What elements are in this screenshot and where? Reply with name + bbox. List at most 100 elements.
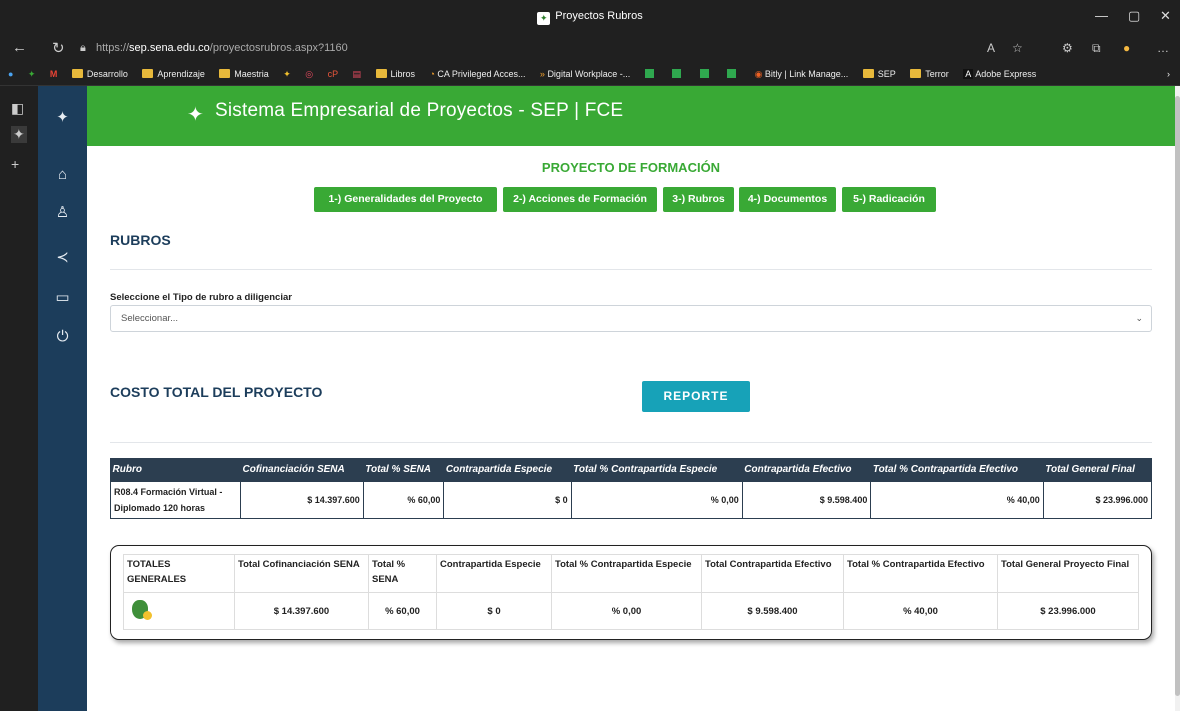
column-header: Cofinanciación SENA	[240, 458, 364, 481]
bookmark-icon-c[interactable]: cP	[328, 62, 339, 85]
totales-table: TOTALES GENERALES Total Cofinanciación S…	[123, 554, 1139, 630]
table-cell: % 40,00	[870, 480, 1044, 519]
sena-favicon-icon: ✦	[537, 12, 551, 25]
table-cell: % 60,00	[368, 592, 437, 630]
table-cell: % 40,00	[843, 592, 998, 630]
table-header-row: Rubro Cofinanciación SENA Total % SENA C…	[110, 458, 1152, 481]
bookmark-icon-b[interactable]: ◎	[305, 62, 313, 85]
folder-icon	[375, 69, 387, 78]
back-icon[interactable]: ←	[12, 39, 27, 56]
table-cell: $ 14.397.600	[234, 592, 369, 630]
money-bag-cell	[123, 592, 235, 630]
column-header: Total % SENA	[363, 458, 444, 481]
column-header: Rubro	[110, 458, 241, 481]
column-header: Total General Proyecto Final	[997, 554, 1139, 593]
table-cell: % 60,00	[362, 480, 445, 519]
bookmark-desarrollo[interactable]: Desarrollo	[71, 62, 128, 85]
chevron-down-icon: ⌄	[1135, 313, 1143, 323]
rubro-name-cell: R08.4 Formación Virtual - Diplomado 120 …	[110, 480, 241, 519]
extensions-icon[interactable]: ⚙	[1062, 41, 1073, 55]
bookmark-bitly[interactable]: ◉ Bitly | Link Manage...	[754, 62, 849, 85]
bookmark-terror[interactable]: Terror	[910, 62, 949, 85]
table-cell: $ 9.598.400	[741, 480, 872, 519]
column-header: Total Cofinanciación SENA	[234, 554, 369, 593]
column-header: Total % Contrapartida Especie	[551, 554, 702, 593]
read-aloud-icon[interactable]: A	[987, 41, 995, 55]
bookmark-libros[interactable]: Libros	[375, 62, 415, 85]
column-header: Total % SENA	[368, 554, 437, 593]
bookmark-green-4[interactable]	[727, 62, 740, 85]
home-icon[interactable]: ⌂	[38, 166, 87, 183]
tab-generalidades[interactable]: 1-) Generalidades del Proyecto	[314, 187, 497, 212]
refresh-icon[interactable]: ↻	[52, 39, 65, 57]
window-title: ✦ Proyectos Rubros	[0, 10, 1180, 25]
tab-acciones-formacion[interactable]: 2-) Acciones de Formación	[503, 187, 657, 212]
table-cell: $ 23.996.000	[997, 592, 1139, 630]
close-window-icon[interactable]: ✕	[1160, 8, 1171, 24]
sena-bookmark-icon[interactable]: ✦	[28, 62, 36, 85]
column-header: Total % Contrapartida Efectivo	[843, 554, 998, 593]
tab-radicacion[interactable]: 5-) Radicación	[842, 187, 936, 212]
table-cell: $ 0	[443, 480, 572, 519]
power-icon[interactable]: ⏻	[38, 328, 87, 345]
bookmarks-bar: ● ✦ M Desarrollo Aprendizaje Maestria ✦ …	[0, 62, 1180, 86]
main-content: PROYECTO DE FORMACIÓN 1-) Generalidades …	[87, 146, 1175, 711]
bookmarks-more-icon[interactable]: ›	[1167, 62, 1170, 85]
page-scrollbar[interactable]	[1175, 86, 1180, 711]
share-icon[interactable]: ≺	[38, 248, 87, 266]
more-menu-icon[interactable]: …	[1157, 41, 1169, 55]
bookmark-maestria[interactable]: Maestria	[219, 62, 269, 85]
rubros-heading: RUBROS	[110, 232, 171, 248]
column-header: Contrapartida Especie	[443, 458, 572, 481]
bookmark-green-1[interactable]	[644, 62, 658, 85]
bookmark-aprendizaje[interactable]: Aprendizaje	[142, 62, 205, 85]
bookmark-green-2[interactable]	[672, 62, 685, 85]
bookmark-green-3[interactable]	[699, 62, 713, 85]
new-tab-icon[interactable]: +	[11, 156, 19, 172]
column-header: Contrapartida Especie	[436, 554, 552, 593]
url-field[interactable]: https://sep.sena.edu.co/proyectosrubros.…	[96, 42, 348, 54]
copilot-icon[interactable]: ●	[8, 62, 13, 85]
sena-logo-icon[interactable]: ✦	[38, 108, 87, 126]
folder-icon	[219, 69, 231, 78]
browser-titlebar: ✦ Proyectos Rubros — ▢ ✕	[0, 0, 1180, 36]
table-cell: $ 23.996.000	[1042, 480, 1153, 519]
favorite-star-icon[interactable]: ☆	[1012, 41, 1023, 55]
column-header: Contrapartida Efectivo	[742, 458, 871, 481]
bookmark-adobe-express[interactable]: A Adobe Express	[963, 62, 1036, 85]
tab-documentos[interactable]: 4-) Documentos	[739, 187, 836, 212]
rubros-table: Rubro Cofinanciación SENA Total % SENA C…	[110, 458, 1153, 519]
user-icon[interactable]: ♙	[38, 203, 87, 221]
folder-icon[interactable]: ▭	[38, 288, 87, 306]
browser-side-strip: ◧ ✦ +	[0, 86, 38, 711]
folder-icon	[910, 69, 922, 78]
tab-rubros[interactable]: 3-) Rubros	[663, 187, 734, 212]
window-title-text: Proyectos Rubros	[555, 10, 643, 22]
minimize-icon[interactable]: —	[1095, 8, 1108, 23]
bookmark-ca-privileged[interactable]: ◔ CA Privileged Acces...	[429, 62, 525, 85]
bookmark-icon-d[interactable]: ▤	[353, 62, 362, 85]
folder-icon	[71, 69, 83, 78]
folder-icon	[862, 69, 874, 78]
bookmark-digital-workplace[interactable]: » Digital Workplace -...	[540, 62, 630, 85]
app-header: ✦ Sistema Empresarial de Proyectos - SEP…	[87, 86, 1175, 146]
bitly-icon: ◉	[754, 69, 765, 79]
tipo-rubro-select[interactable]: Seleccionar... ⌄	[110, 305, 1152, 332]
totales-generales-card: TOTALES GENERALES Total Cofinanciación S…	[110, 545, 1152, 640]
table-row: $ 14.397.600 % 60,00 $ 0 % 0,00 $ 9.598.…	[123, 592, 1139, 630]
maximize-icon[interactable]: ▢	[1128, 8, 1140, 24]
folder-icon	[142, 69, 154, 78]
report-button[interactable]: REPORTE	[642, 381, 750, 412]
divider	[110, 269, 1152, 270]
lock-icon: 🔒︎	[80, 42, 86, 54]
table-cell: % 0,00	[570, 480, 743, 519]
active-tab-icon[interactable]: ✦	[11, 126, 27, 143]
bookmark-icon-a[interactable]: ✦	[283, 62, 291, 85]
section-title: PROYECTO DE FORMACIÓN	[541, 160, 721, 175]
money-bag-icon	[132, 600, 152, 620]
collections-icon[interactable]: ⧉	[1092, 41, 1101, 56]
gmail-icon[interactable]: M	[50, 62, 58, 85]
tab-actions-icon[interactable]: ◧	[11, 100, 24, 117]
bookmark-sep[interactable]: SEP	[862, 62, 896, 85]
profile-avatar-icon[interactable]: ●	[1123, 41, 1130, 55]
